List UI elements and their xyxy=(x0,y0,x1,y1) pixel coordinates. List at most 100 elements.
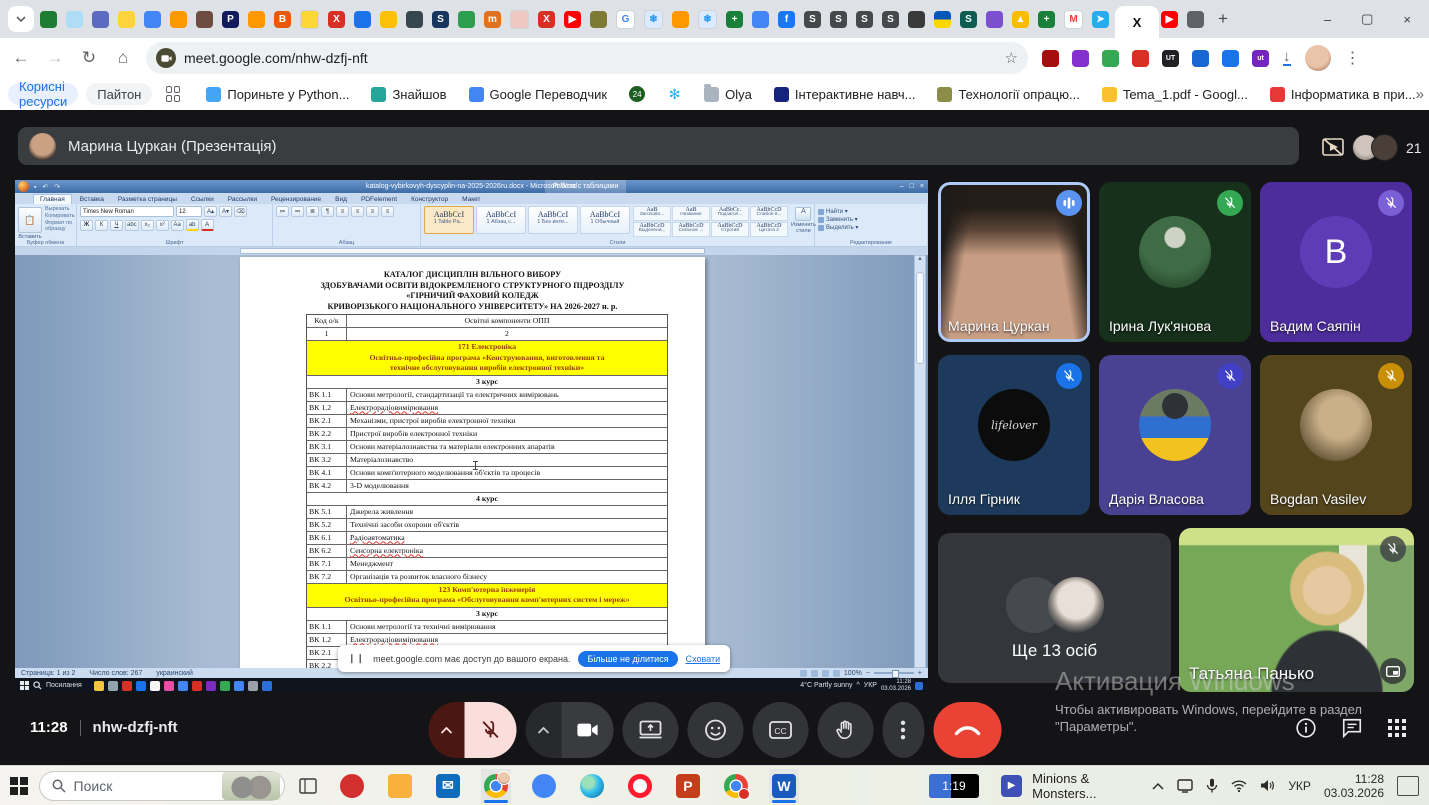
font-size-select[interactable]: 12 xyxy=(176,206,202,217)
word-minimize[interactable]: – xyxy=(900,183,904,190)
view-draft-icon[interactable] xyxy=(833,670,840,677)
ribbon-tab-Рассылки[interactable]: Рассылки xyxy=(222,195,263,204)
bookmark-item[interactable]: Tema_1.pdf - Googl... xyxy=(1102,87,1248,102)
scrollbar-thumb[interactable] xyxy=(916,272,924,364)
ruler[interactable] xyxy=(15,247,928,255)
taskbar-app[interactable] xyxy=(385,769,415,803)
mic-options-button[interactable] xyxy=(428,702,464,758)
zoom-out-button[interactable]: − xyxy=(866,670,870,677)
bookmark-item[interactable]: 24 xyxy=(629,86,645,102)
pinned-tab[interactable] xyxy=(752,11,769,28)
active-tab[interactable]: X xyxy=(1115,6,1159,38)
style-chip[interactable]: AaBbCcDСильное ... xyxy=(672,222,710,237)
extension-icon[interactable] xyxy=(1192,50,1209,67)
camera-options-button[interactable] xyxy=(525,702,561,758)
pinned-tab[interactable] xyxy=(92,11,109,28)
media-control[interactable]: ▶ Minions & Monsters... xyxy=(1001,771,1152,801)
pinned-tab[interactable]: S xyxy=(960,11,977,28)
vertical-scrollbar[interactable]: ▲ xyxy=(914,255,926,668)
pinned-tab[interactable]: S xyxy=(830,11,847,28)
hide-banner-link[interactable]: Сховати xyxy=(686,654,721,664)
shared-app-icon[interactable] xyxy=(122,681,132,691)
home-button[interactable]: ⌂ xyxy=(110,48,136,68)
browser-menu-button[interactable]: ⋮ xyxy=(1345,48,1361,68)
font-button[interactable]: x² xyxy=(156,220,169,231)
view-print-icon[interactable] xyxy=(800,670,807,677)
font-name-select[interactable]: Times New Roman xyxy=(80,206,174,217)
shared-app-icon[interactable] xyxy=(206,681,216,691)
shared-app-icon[interactable] xyxy=(164,681,174,691)
format-painter-button[interactable]: Формат по образцу xyxy=(45,220,75,232)
info-icon[interactable] xyxy=(1295,717,1317,739)
address-bar[interactable]: meet.google.com/nhw-dzfj-nft ☆ xyxy=(146,42,1028,74)
editing-Выделить[interactable]: Выделить ▾ xyxy=(818,224,924,231)
taskbar-app[interactable]: W xyxy=(769,769,799,803)
word-close[interactable]: × xyxy=(920,183,924,190)
activities-grid-icon[interactable] xyxy=(1387,718,1407,738)
zoom-slider[interactable] xyxy=(874,672,914,674)
search-highlight-image[interactable] xyxy=(222,772,280,800)
new-tab-button[interactable]: + xyxy=(1210,6,1236,32)
pinned-tab[interactable]: + xyxy=(1038,11,1055,28)
taskbar-app[interactable] xyxy=(577,769,607,803)
pinned-tab[interactable]: M xyxy=(1064,10,1083,29)
microphone-icon[interactable] xyxy=(1206,778,1218,793)
shared-app-icon[interactable] xyxy=(262,681,272,691)
font-button[interactable]: x₂ xyxy=(141,220,154,231)
shared-app-icon[interactable] xyxy=(94,681,104,691)
chat-icon[interactable] xyxy=(1341,717,1363,739)
shared-app-icon[interactable] xyxy=(220,681,230,691)
window-close-button[interactable]: × xyxy=(1403,12,1411,27)
taskbar-app[interactable]: P xyxy=(673,769,703,803)
shared-tray-chevron[interactable]: ^ xyxy=(856,682,859,689)
view-web-icon[interactable] xyxy=(811,670,818,677)
font-color-button[interactable]: А xyxy=(201,219,214,231)
extension-icon[interactable] xyxy=(1072,50,1089,67)
style-chip[interactable]: AaBbCcI1 Абзац с... xyxy=(476,206,526,234)
bookmark-chip-resources[interactable]: Корисні ресурси xyxy=(8,83,78,105)
pinned-tab[interactable]: S xyxy=(882,11,899,28)
shared-search-icon[interactable] xyxy=(33,681,42,690)
pinned-tab[interactable]: X xyxy=(538,11,555,28)
style-chip[interactable]: AaBНазвание xyxy=(672,206,710,221)
cut-button[interactable]: Вырезать xyxy=(45,206,75,212)
pinned-tab[interactable] xyxy=(40,11,57,28)
pinned-tab[interactable]: ➤ xyxy=(1092,11,1109,28)
battery-timer-widget[interactable]: 1:19 xyxy=(929,774,979,798)
forward-button[interactable]: → xyxy=(42,48,68,68)
pinned-tab[interactable] xyxy=(672,11,689,28)
shared-app-icon[interactable] xyxy=(248,681,258,691)
taskbar-clock[interactable]: 11:2803.03.2026 xyxy=(1324,772,1384,800)
shared-weather[interactable]: 4°C Partly sunny xyxy=(800,682,852,689)
view-outline-icon[interactable] xyxy=(822,670,829,677)
bookmarks-overflow-button[interactable]: » xyxy=(1416,86,1424,103)
pinned-tab[interactable]: S xyxy=(856,11,873,28)
bookmark-item[interactable]: Olya xyxy=(704,87,752,102)
mic-mute-button[interactable] xyxy=(464,702,516,758)
copy-button[interactable]: Копировать xyxy=(45,213,75,219)
pinned-tab[interactable]: f xyxy=(778,11,795,28)
shared-start-icon[interactable] xyxy=(20,681,29,690)
style-chip[interactable]: AaBbCcI1 Без инте... xyxy=(528,206,578,234)
paragraph-button[interactable]: ≡ xyxy=(351,206,364,217)
bookmark-item[interactable]: Інтерактивне навч... xyxy=(774,87,916,102)
reload-button[interactable]: ↻ xyxy=(76,48,102,68)
ribbon-tab-Главная[interactable]: Главная xyxy=(33,194,72,204)
pinned-tab[interactable] xyxy=(170,11,187,28)
pinned-tab[interactable]: + xyxy=(726,11,743,28)
pinned-tab[interactable]: S xyxy=(804,11,821,28)
font-button[interactable]: К xyxy=(95,220,108,231)
shared-search-label[interactable]: Посилання xyxy=(46,682,82,689)
pinned-tab[interactable]: m xyxy=(484,11,501,28)
ribbon-tab-Конструктор[interactable]: Конструктор xyxy=(405,195,454,204)
pinned-tab[interactable]: B xyxy=(274,11,291,28)
wifi-icon[interactable] xyxy=(1231,780,1247,792)
volume-icon[interactable] xyxy=(1260,779,1275,792)
shared-app-icon[interactable] xyxy=(108,681,118,691)
shared-app-icon[interactable] xyxy=(192,681,202,691)
style-chip[interactable]: AaBbCcI1 Обычный xyxy=(580,206,630,234)
paragraph-button[interactable]: ≡ xyxy=(381,206,394,217)
pinned-tab[interactable] xyxy=(118,11,135,28)
pinned-tab[interactable]: ❄ xyxy=(698,10,717,29)
extension-icon[interactable]: UT xyxy=(1162,50,1179,67)
